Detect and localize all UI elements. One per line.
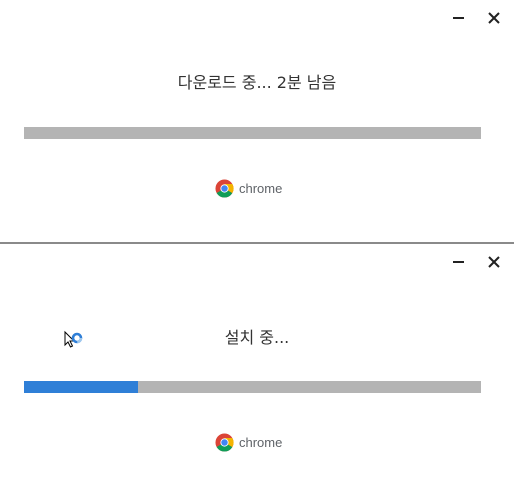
close-button[interactable] bbox=[484, 252, 504, 272]
minimize-button[interactable] bbox=[449, 252, 469, 272]
chrome-logo-icon bbox=[215, 432, 234, 452]
minimize-icon bbox=[453, 261, 464, 263]
install-status-text: 설치 중... bbox=[224, 328, 290, 347]
download-progress-bar bbox=[24, 127, 481, 139]
chrome-brand: chrome bbox=[215, 178, 282, 198]
brand-label: chrome bbox=[239, 434, 283, 450]
chrome-logo-icon bbox=[215, 178, 234, 198]
brand-label: chrome bbox=[239, 180, 283, 196]
download-window: 다운로드 중... 2분 남음 chrome bbox=[0, 0, 514, 243]
download-status-text: 다운로드 중... 2분 남음 bbox=[177, 73, 337, 92]
install-progress-fill bbox=[24, 381, 139, 393]
minimize-icon bbox=[453, 17, 464, 19]
close-button[interactable] bbox=[484, 8, 504, 28]
install-window: 설치 중... chrome bbox=[0, 244, 514, 480]
close-icon bbox=[488, 256, 500, 268]
install-progress-bar bbox=[24, 381, 481, 393]
close-icon bbox=[488, 12, 500, 24]
chrome-brand: chrome bbox=[215, 432, 282, 452]
minimize-button[interactable] bbox=[449, 8, 469, 28]
